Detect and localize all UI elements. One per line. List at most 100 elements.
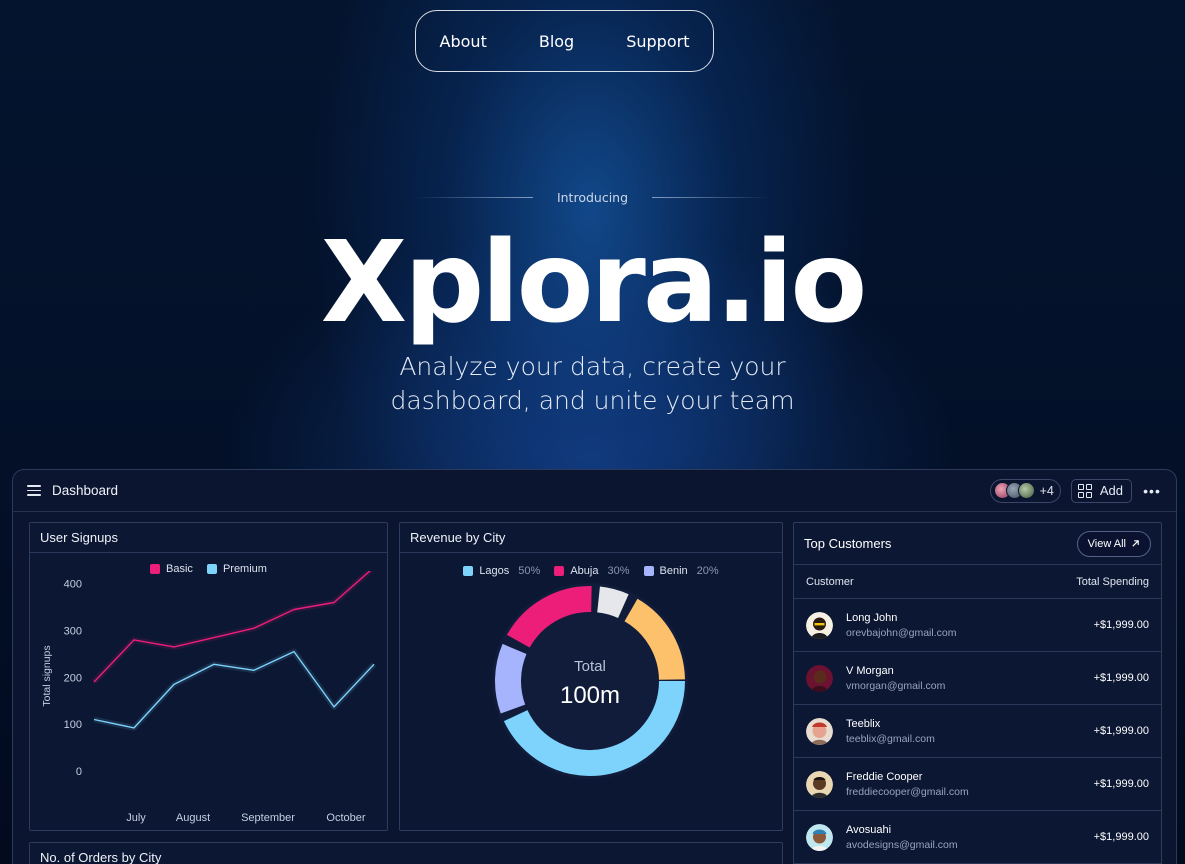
dashboard-preview: Dashboard +4 Add ••• User Signups Basic …: [12, 469, 1177, 864]
customer-email: vmorgan@gmail.com: [846, 679, 946, 692]
customer-email: avodesigns@gmail.com: [846, 838, 958, 851]
customer-email: orevbajohn@gmail.com: [846, 626, 957, 639]
eyebrow-divider-right: [652, 197, 771, 198]
user-signups-card: User Signups Basic Premium 0 100 200 300 400…: [29, 522, 388, 831]
legend-label: Abuja: [570, 565, 599, 577]
customer-email: teeblix@gmail.com: [846, 732, 935, 745]
collaborators-count: +4: [1039, 483, 1054, 498]
top-customers-card: Top Customers View All Customer Total Sp…: [793, 522, 1162, 864]
x-tick-label: July: [126, 812, 146, 824]
y-tick-label: 200: [64, 672, 82, 684]
revenue-by-city-card: Revenue by City Lagos 50% Abuja 30% Benin 2…: [399, 522, 783, 831]
table-row[interactable]: V Morgan vmorgan@gmail.com +$1,999.00: [794, 652, 1161, 705]
series-line-premium[interactable]: [93, 650, 375, 729]
customer-info: Teeblix teeblix@gmail.com: [846, 718, 935, 745]
column-header-spending[interactable]: Total Spending: [1076, 576, 1149, 588]
signups-line-chart: 0 100 200 300 400 Total signups July August Sept…: [41, 571, 377, 824]
avatar: [806, 611, 833, 639]
avatar: [1017, 482, 1035, 499]
donut-slice-other[interactable]: [596, 586, 629, 619]
add-widget-button[interactable]: Add: [1070, 478, 1132, 503]
avatar: [806, 823, 833, 851]
legend-percent: 50%: [518, 565, 541, 577]
legend-percent: 20%: [696, 565, 719, 577]
dashboard-header: Dashboard +4 Add •••: [13, 470, 1176, 512]
customer-spending: +$1,999.00: [1093, 672, 1149, 684]
customer-name: V Morgan: [846, 664, 894, 677]
dashboard-title: Dashboard: [52, 483, 119, 498]
hamburger-menu-icon[interactable]: [27, 485, 41, 496]
customer-name: Teeblix: [846, 717, 881, 730]
table-header: Customer Total Spending: [794, 565, 1161, 599]
legend-percent: 30%: [607, 565, 630, 577]
y-tick-label: 100: [64, 719, 82, 731]
card-title: No. of Orders by City: [30, 843, 782, 864]
table-row[interactable]: Long John orevbajohn@gmail.com +$1,999.00: [794, 599, 1161, 652]
card-title: User Signups: [30, 523, 387, 553]
orders-by-city-card: No. of Orders by City: [29, 842, 783, 864]
view-all-button[interactable]: View All: [1076, 530, 1151, 557]
customer-info: Long John orevbajohn@gmail.com: [846, 612, 956, 639]
arrow-up-right-icon: [1132, 540, 1139, 547]
hero-title: Xplora.io: [320, 218, 868, 348]
customer-info: V Morgan vmorgan@gmail.com: [846, 665, 945, 692]
legend-item-benin[interactable]: Benin 20%: [643, 565, 719, 577]
revenue-legend: Lagos 50% Abuja 30% Benin 20%: [400, 565, 782, 577]
avatar: [806, 664, 833, 692]
customer-email: freddiecooper@gmail.com: [846, 785, 969, 798]
customer-info: Avosuahi avodesigns@gmail.com: [846, 824, 958, 851]
customer-name: Avosuahi: [846, 823, 892, 836]
x-tick-label: August: [176, 812, 210, 824]
collaborators-group[interactable]: +4: [989, 478, 1061, 503]
donut-center-label: Total: [574, 658, 606, 675]
nav-about-link[interactable]: About: [440, 32, 487, 51]
donut-center-value: 100m: [560, 682, 620, 709]
donut-backdrop: [492, 583, 688, 779]
card-title: Top Customers: [804, 536, 892, 551]
nav-support-link[interactable]: Support: [626, 32, 689, 51]
top-nav: About Blog Support: [415, 10, 714, 72]
y-tick-label: 0: [76, 766, 82, 778]
customer-info: Freddie Cooper freddiecooper@gmail.com: [846, 771, 969, 798]
legend-label: Lagos: [479, 565, 510, 577]
x-tick-label: October: [326, 812, 365, 824]
hero-subtitle-line-1: Analyze your data, create your: [399, 352, 786, 381]
customer-spending: +$1,999.00: [1093, 831, 1149, 843]
card-title: Revenue by City: [400, 523, 782, 553]
more-horizontal-icon[interactable]: •••: [1142, 483, 1162, 499]
y-axis-label: Total signups: [41, 645, 53, 706]
customer-spending: +$1,999.00: [1093, 725, 1149, 737]
add-button-label: Add: [1099, 483, 1123, 498]
hero-subtitle-line-2: dashboard, and unite your team: [390, 386, 795, 415]
legend-item-lagos[interactable]: Lagos 50%: [463, 565, 540, 577]
eyebrow-text: Introducing: [556, 190, 629, 205]
avatar: [806, 770, 833, 798]
view-all-label: View All: [1087, 537, 1126, 550]
customer-name: Freddie Cooper: [846, 770, 923, 783]
donut-slice-benin[interactable]: [495, 643, 527, 714]
legend-label: Benin: [659, 565, 688, 577]
revenue-donut-chart: Total 100m: [492, 583, 688, 779]
series-line-glow: [93, 648, 377, 731]
table-row[interactable]: Freddie Cooper freddiecooper@gmail.com +$…: [794, 758, 1161, 811]
dashboard-header-actions: +4 Add •••: [989, 478, 1162, 503]
x-tick-label: September: [241, 812, 295, 824]
eyebrow-divider-left: [414, 197, 533, 198]
widget-grid-icon: [1077, 483, 1092, 498]
legend-item-abuja[interactable]: Abuja 30%: [554, 565, 630, 577]
y-tick-label: 400: [64, 579, 82, 591]
legend-swatch: [463, 566, 474, 576]
y-tick-label: 300: [64, 626, 82, 638]
nav-blog-link[interactable]: Blog: [539, 32, 574, 51]
top-customers-header: Top Customers View All: [794, 523, 1161, 565]
legend-swatch: [554, 566, 565, 576]
legend-swatch: [643, 566, 654, 576]
customer-spending: +$1,999.00: [1093, 619, 1149, 631]
column-header-customer[interactable]: Customer: [806, 576, 854, 588]
table-row[interactable]: Avosuahi avodesigns@gmail.com +$1,999.00: [794, 811, 1161, 864]
eyebrow-row: Introducing: [0, 190, 1185, 205]
customer-spending: +$1,999.00: [1093, 778, 1149, 790]
table-row[interactable]: Teeblix teeblix@gmail.com +$1,999.00: [794, 705, 1161, 758]
avatar: [806, 717, 833, 745]
hero-subtitle: Analyze your data, create your dashboard…: [0, 350, 1185, 418]
